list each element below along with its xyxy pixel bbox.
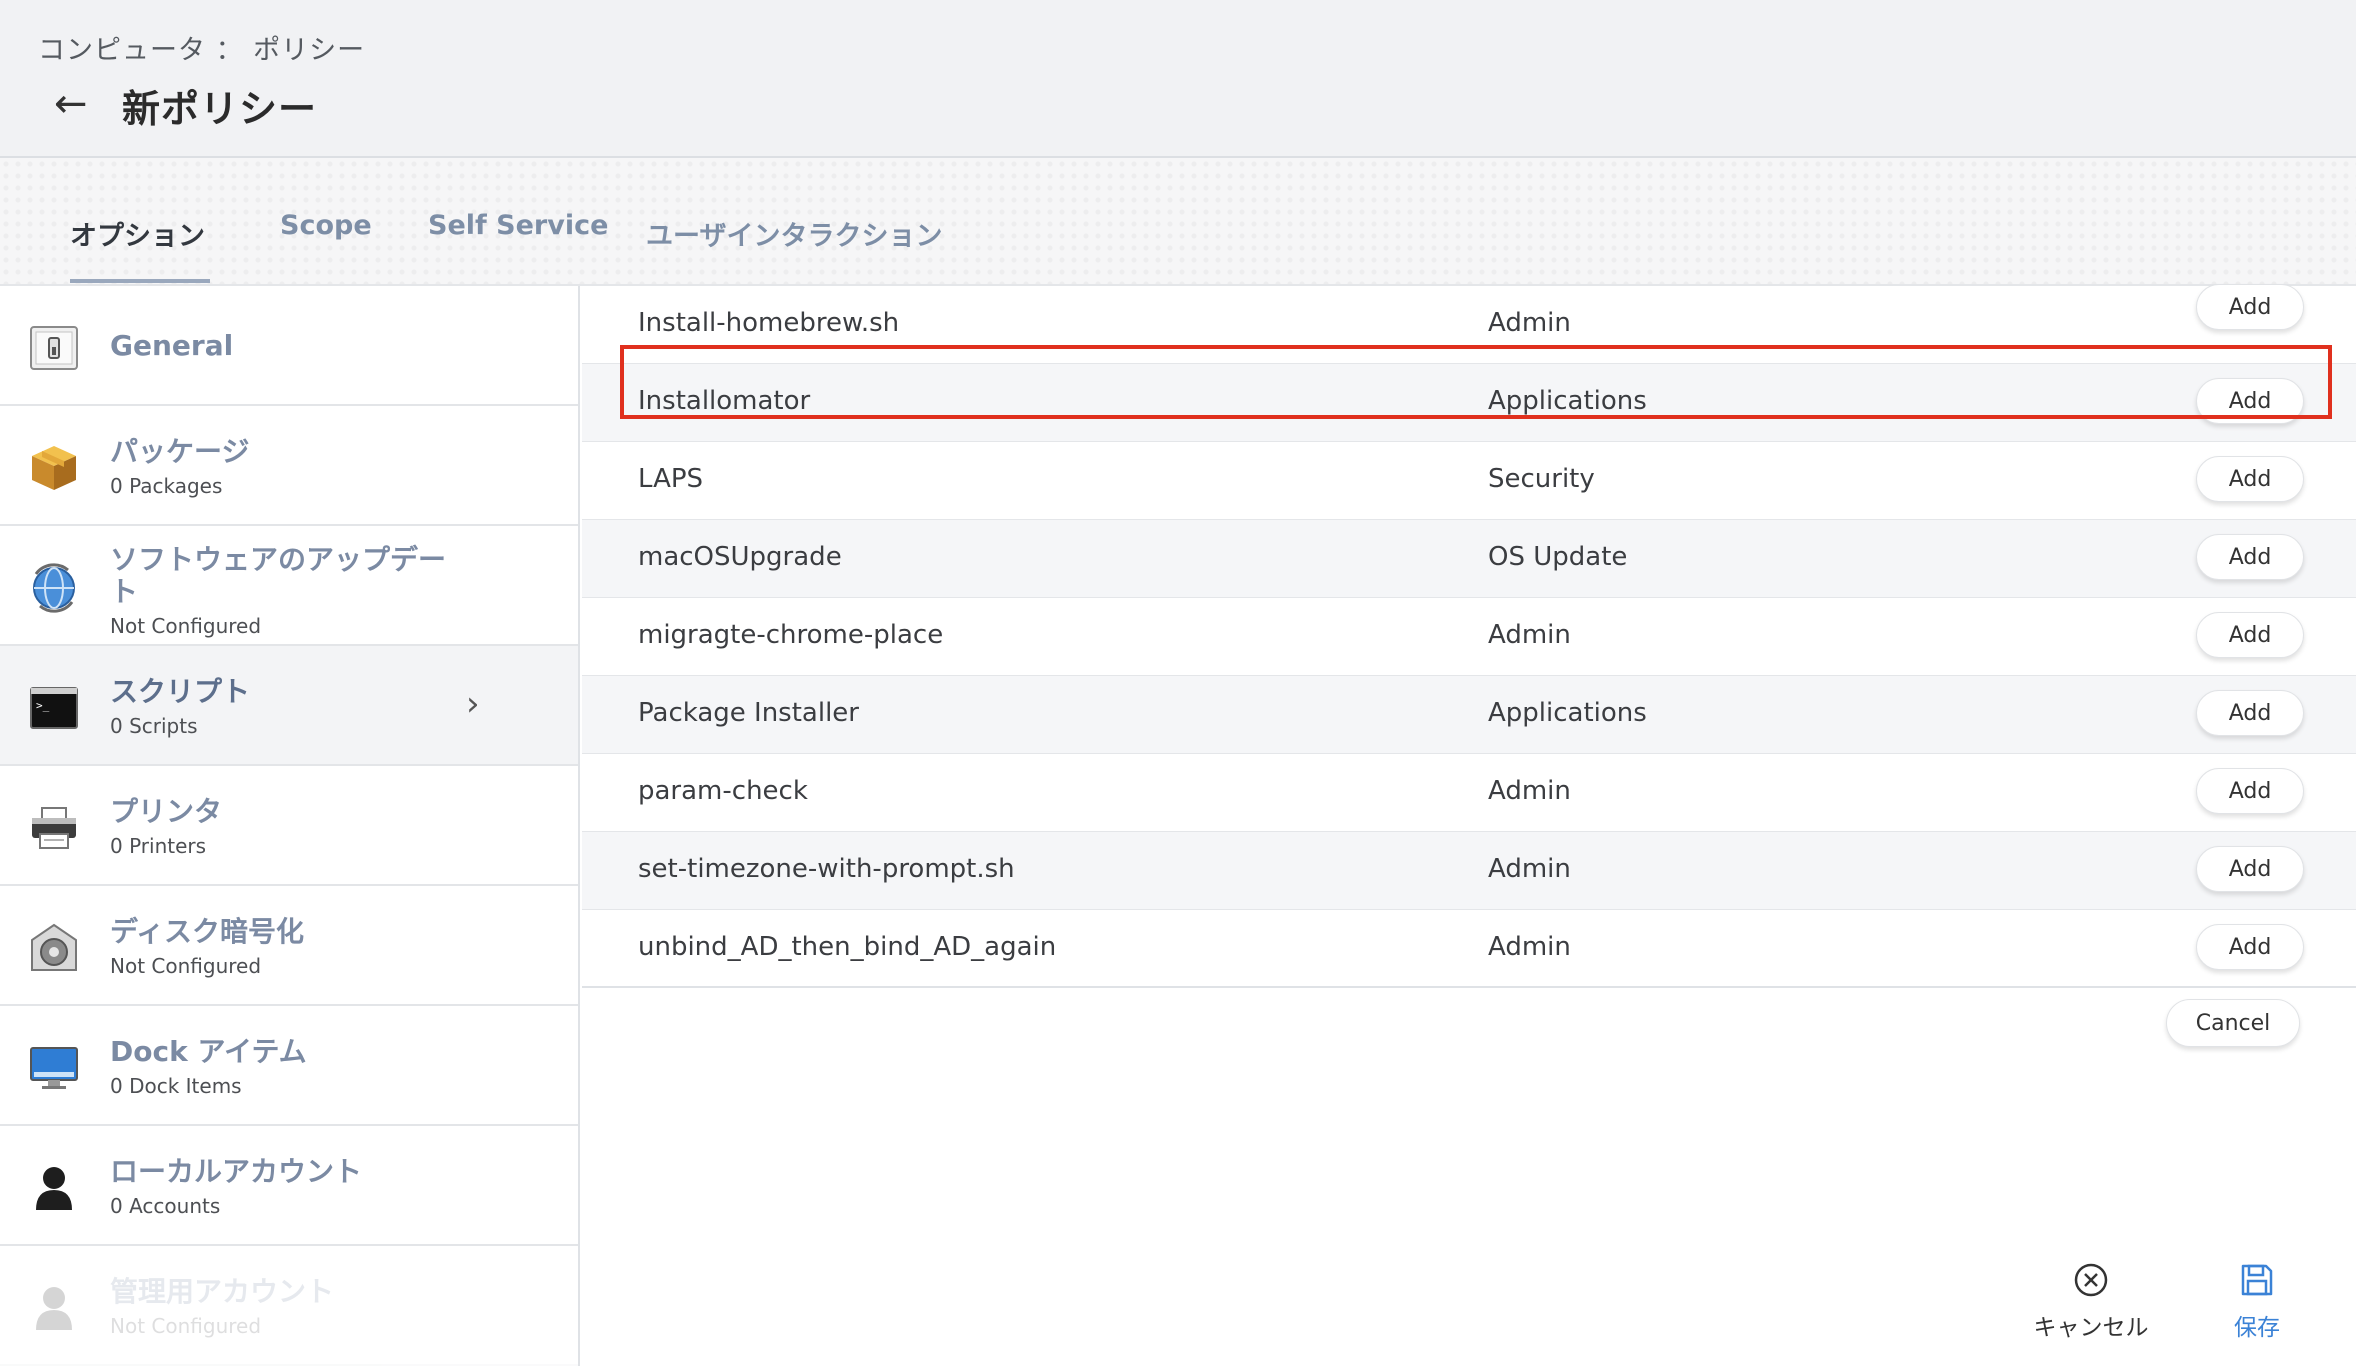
back-arrow-icon[interactable]: ←	[54, 82, 88, 126]
terminal-icon: >_	[30, 687, 78, 729]
script-category: Security	[1488, 464, 1595, 494]
sidebar-item-count: 0 Printers	[110, 834, 207, 858]
sidebar-item-status: Not Configured	[110, 1314, 262, 1338]
script-category: Admin	[1488, 308, 1571, 338]
management-account-person-icon	[36, 1287, 72, 1330]
script-category: Admin	[1488, 854, 1571, 884]
script-name: set-timezone-with-prompt.sh	[638, 854, 1015, 884]
sidebar-item-label: パッケージ	[110, 435, 250, 468]
script-category: OS Update	[1488, 542, 1628, 572]
sidebar-item-printers[interactable]: プリンタ 0 Printers	[0, 766, 578, 886]
script-name: LAPS	[638, 464, 704, 494]
sidebar-item-status: Not Configured	[110, 954, 262, 978]
table-row: set-timezone-with-prompt.sh Admin Add	[582, 832, 2356, 910]
sidebar-item-label: 管理用アカウント	[110, 1275, 335, 1308]
dock-monitor-icon	[30, 1047, 78, 1089]
sidebar-item-label: General	[110, 329, 234, 362]
sidebar-item-local-accounts[interactable]: ローカルアカウント 0 Accounts	[0, 1126, 578, 1246]
script-name: Package Installer	[638, 698, 859, 728]
add-script-button[interactable]: Add	[2196, 456, 2304, 502]
sidebar-item-label: プリンタ	[110, 795, 223, 828]
add-script-button[interactable]: Add	[2196, 768, 2304, 814]
script-name: param-check	[638, 776, 808, 806]
tab-user-interaction[interactable]: ユーザインタラクション	[646, 214, 942, 253]
table-row: migragte-chrome-place Admin Add	[582, 598, 2356, 676]
tab-options[interactable]: オプション	[70, 214, 205, 253]
sidebar-item-count: 0 Scripts	[110, 714, 198, 738]
tab-self-service[interactable]: Self Service	[428, 210, 608, 241]
table-row: param-check Admin Add	[582, 754, 2356, 832]
page-title: 新ポリシー	[122, 87, 318, 131]
chevron-right-icon: ›	[466, 684, 480, 724]
disk-encryption-icon	[31, 923, 77, 971]
script-category: Applications	[1488, 698, 1647, 728]
page-header: コンピュータ ： ポリシー ← 新ポリシー	[0, 0, 2356, 158]
sidebar-item-general[interactable]: General	[0, 286, 578, 406]
save-floppy-icon	[2241, 1264, 2273, 1296]
table-row: LAPS Security Add	[582, 442, 2356, 520]
add-script-button[interactable]: Add	[2196, 690, 2304, 736]
table-row: unbind_AD_then_bind_AD_again Admin Add	[582, 910, 2356, 988]
sidebar-item-count: 0 Dock Items	[110, 1074, 242, 1098]
add-script-button[interactable]: Add	[2196, 534, 2304, 580]
footer-cancel-label: キャンセル	[2033, 1315, 2149, 1341]
tab-bar: オプション Scope Self Service ユーザインタラクション	[0, 158, 2356, 286]
sidebar-item-count: 0 Packages	[110, 474, 223, 498]
add-script-button[interactable]: Add	[2196, 612, 2304, 658]
sidebar-item-label: Dock アイテム	[110, 1035, 307, 1068]
add-script-button[interactable]: Add	[2196, 284, 2304, 330]
svg-text:>_: >_	[36, 699, 50, 712]
script-category: Admin	[1488, 776, 1571, 806]
cancel-button[interactable]: Cancel	[2166, 999, 2300, 1047]
table-row: Package Installer Applications Add	[582, 676, 2356, 754]
sidebar-item-label: ディスク暗号化	[110, 915, 305, 948]
package-box-icon	[32, 446, 76, 490]
general-switch-icon	[30, 326, 78, 370]
footer-cancel-button[interactable]: キャンセル	[2026, 1262, 2156, 1342]
highlight-box-installomator	[620, 345, 2332, 419]
software-update-globe-icon	[33, 563, 75, 613]
sidebar-item-disk-encryption[interactable]: ディスク暗号化 Not Configured	[0, 886, 578, 1006]
sidebar-item-status: Not Configured	[110, 614, 262, 638]
breadcrumb[interactable]: コンピュータ ： ポリシー	[38, 28, 365, 67]
sidebar-item-label: ローカルアカウント	[110, 1155, 363, 1188]
table-row: macOSUpgrade OS Update Add	[582, 520, 2356, 598]
sidebar-item-software-updates[interactable]: ソフトウェアのアップデー ト Not Configured	[0, 526, 578, 646]
options-sidebar: General パッケージ 0 Packages ソフトウェアのアップデー ト …	[0, 286, 580, 1366]
close-circle-icon	[2074, 1263, 2108, 1297]
sidebar-item-scripts[interactable]: >_ スクリプト 0 Scripts ›	[0, 646, 578, 766]
sidebar-item-dock-items[interactable]: Dock アイテム 0 Dock Items	[0, 1006, 578, 1126]
script-category: Admin	[1488, 932, 1571, 962]
script-category: Admin	[1488, 620, 1571, 650]
add-script-button[interactable]: Add	[2196, 924, 2304, 970]
script-name: macOSUpgrade	[638, 542, 842, 572]
active-tab-indicator	[70, 279, 210, 283]
tab-scope[interactable]: Scope	[280, 210, 372, 241]
sidebar-item-label: スクリプト	[110, 675, 251, 708]
printer-icon	[32, 807, 76, 849]
script-name: unbind_AD_then_bind_AD_again	[638, 932, 1057, 962]
footer-save-button[interactable]: 保存	[2214, 1262, 2300, 1342]
footer-save-label: 保存	[2234, 1315, 2280, 1341]
add-script-button[interactable]: Add	[2196, 846, 2304, 892]
local-account-person-icon	[36, 1167, 72, 1210]
script-name: migragte-chrome-place	[638, 620, 944, 650]
sidebar-item-count: 0 Accounts	[110, 1194, 221, 1218]
sidebar-item-label: ソフトウェアのアップデー ト	[110, 543, 447, 608]
script-name: Install-homebrew.sh	[638, 308, 900, 338]
sidebar-item-packages[interactable]: パッケージ 0 Packages	[0, 406, 578, 526]
sidebar-item-management-account[interactable]: 管理用アカウント Not Configured	[0, 1246, 578, 1366]
